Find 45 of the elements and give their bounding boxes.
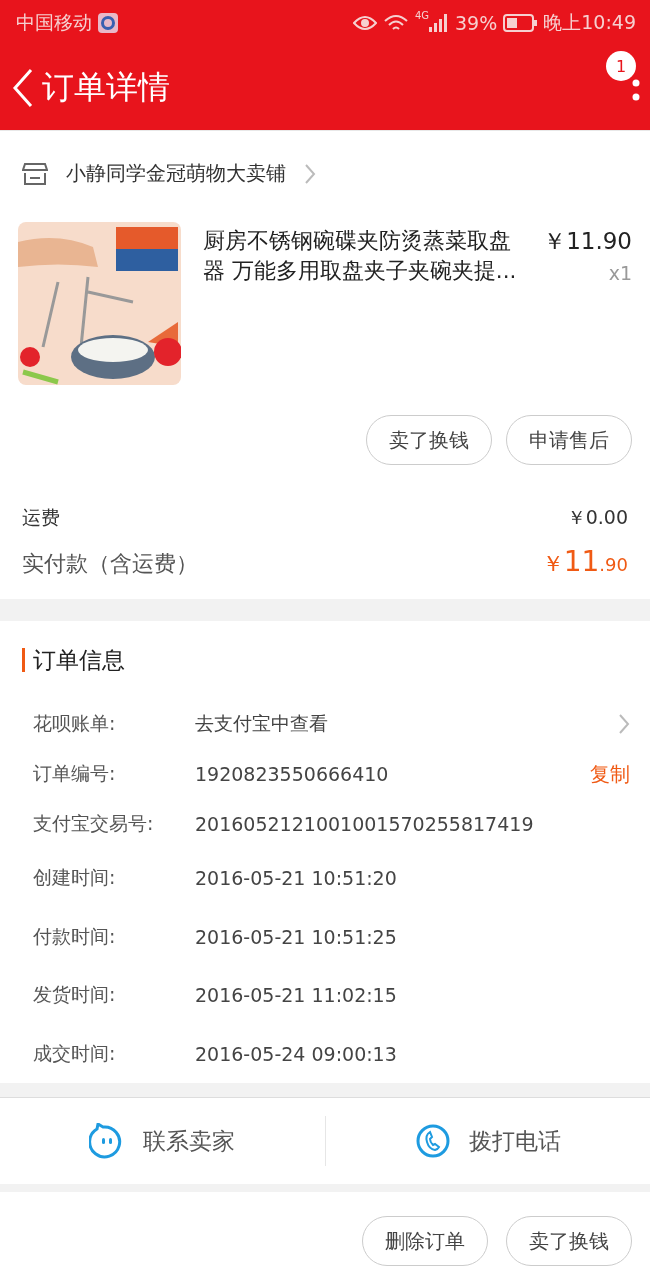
network-type: 4G xyxy=(414,10,429,21)
notification-badge: 1 xyxy=(606,51,636,81)
product-quantity: x1 xyxy=(607,261,632,286)
fee-value: ￥0.00 xyxy=(566,505,628,530)
page-title: 订单详情 xyxy=(42,66,170,108)
action-button[interactable]: 删除订单 xyxy=(362,1216,488,1267)
app-icon xyxy=(98,12,118,33)
store-icon xyxy=(22,160,48,187)
product-title[interactable]: 厨房不锈钢碗碟夹防烫蒸菜取盘器 万能多用取盘夹子夹碗夹提... xyxy=(203,226,521,385)
info-label: 花呗账单: xyxy=(33,711,117,736)
action-button[interactable]: 卖了换钱 xyxy=(506,1216,632,1267)
action-button[interactable]: 申请售后 xyxy=(506,415,632,465)
wifi-icon xyxy=(382,13,409,32)
section-title: 订单信息 xyxy=(33,645,125,675)
shop-name[interactable]: 小静同学金冠萌物大卖铺 xyxy=(66,160,286,187)
product-price: ￥11.90 xyxy=(543,227,632,256)
info-label: 订单编号: xyxy=(33,761,117,786)
info-value: 2016-05-21 10:51:25 xyxy=(195,925,398,948)
info-value: 1920823550666410 xyxy=(195,763,390,785)
battery-percent: 39% xyxy=(455,11,498,34)
clock-time: 晚上10:49 xyxy=(543,9,636,35)
battery-icon xyxy=(503,13,538,32)
info-label: 支付宝交易号: xyxy=(33,811,155,836)
contact-button[interactable]: 联系卖家 xyxy=(0,1098,325,1185)
info-value[interactable]: 去支付宝中查看 xyxy=(195,711,618,737)
contact-button[interactable]: 拨打电话 xyxy=(325,1098,650,1185)
info-value: 2016-05-21 10:51:20 xyxy=(195,867,398,890)
carrier-name: 中国移动 xyxy=(16,9,92,35)
info-value: 2016052121001001570255817419 xyxy=(195,813,535,835)
info-label: 发货时间: xyxy=(33,982,117,1008)
info-label: 创建时间: xyxy=(33,865,117,891)
phone-icon xyxy=(414,1123,451,1160)
chevron-right-icon xyxy=(618,713,630,735)
signal-icon xyxy=(429,13,449,32)
info-label: 付款时间: xyxy=(33,923,117,949)
info-value: 2016-05-24 09:00:13 xyxy=(195,1043,398,1066)
action-button[interactable]: 卖了换钱 xyxy=(366,415,492,465)
info-value: 2016-05-21 11:02:15 xyxy=(195,984,398,1007)
back-icon[interactable] xyxy=(12,67,34,108)
chevron-right-icon xyxy=(304,162,316,185)
info-label: 成交时间: xyxy=(33,1041,117,1067)
eye-icon xyxy=(352,14,377,31)
total-label: 实付款（含运费） xyxy=(22,550,198,578)
total-amount: ￥11.90 xyxy=(541,545,628,579)
fee-label: 运费 xyxy=(22,505,60,530)
